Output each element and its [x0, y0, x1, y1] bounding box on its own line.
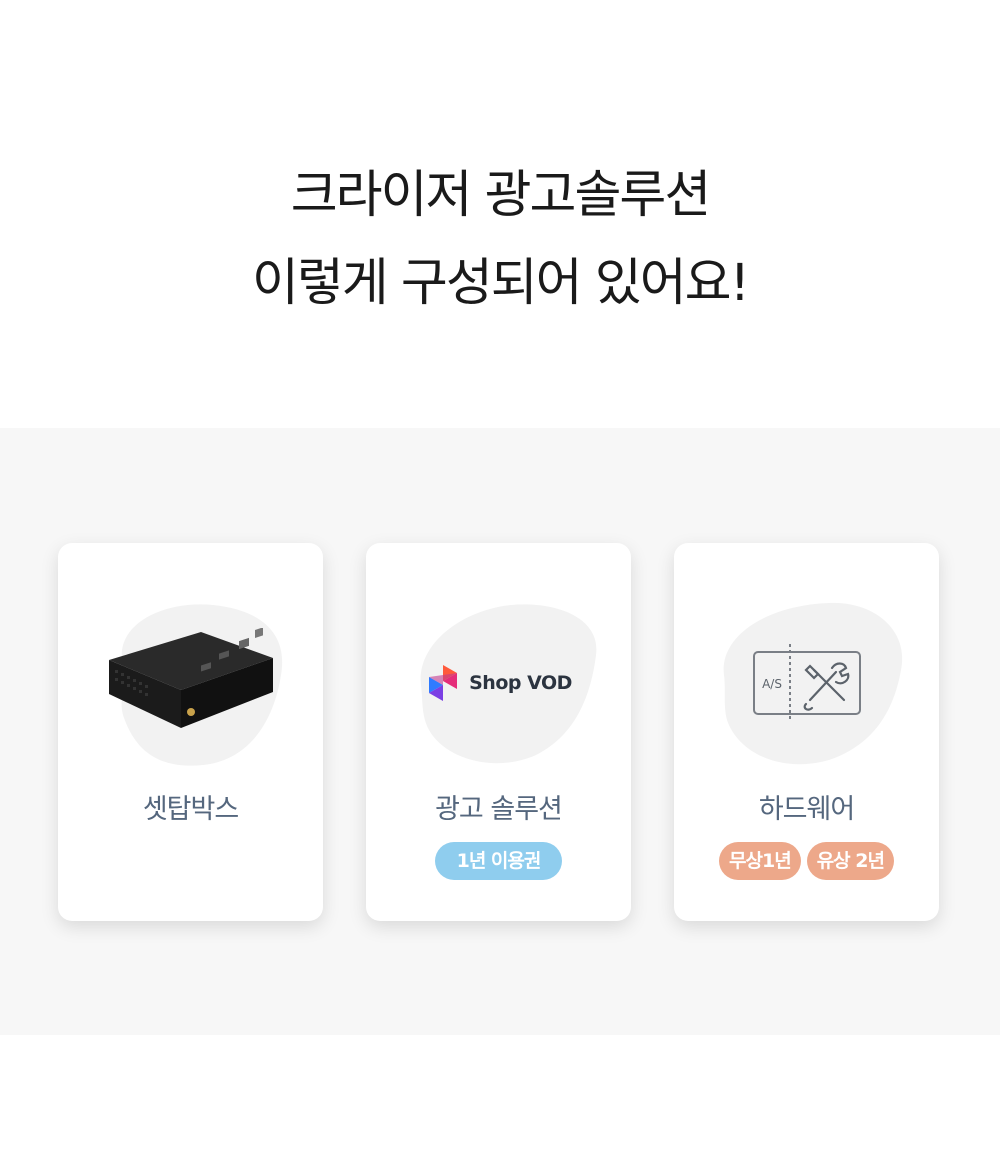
paid-warranty-badge: 유상 2년 — [806, 842, 894, 880]
as-text: A/S — [762, 677, 782, 691]
as-tools-icon: A/S — [752, 643, 861, 722]
card-label: 셋탑박스 — [142, 794, 239, 825]
title-line-2: 이렇게 구성되어 있어요! — [251, 254, 750, 313]
as-ticket-image: A/S — [674, 595, 939, 770]
card-settop-box: 셋탑박스 — [58, 543, 323, 921]
title-line-1: 크라이저 광고솔루션 — [290, 166, 712, 225]
card-hardware: A/S 하드웨어 무상1년 유상 2년 — [674, 543, 939, 921]
subscription-badge: 1년 이용권 — [434, 842, 563, 880]
card-label: 하드웨어 — [758, 794, 855, 825]
badge-group: 무상1년 유상 2년 — [674, 842, 939, 880]
card-ad-solution: Shop VOD 광고 솔루션 1년 이용권 — [366, 543, 631, 921]
settop-box-icon — [108, 627, 273, 728]
badge-group: 1년 이용권 — [366, 842, 631, 880]
card-label: 광고 솔루션 — [435, 794, 563, 825]
page-title: 크라이저 광고솔루션 이렇게 구성되어 있어요! — [0, 152, 1000, 328]
shopvod-logo-text: Shop VOD — [469, 671, 572, 694]
free-warranty-badge: 무상1년 — [719, 842, 801, 880]
shopvod-logo-icon — [429, 664, 458, 701]
settop-box-image — [58, 595, 323, 770]
shopvod-logo: Shop VOD — [366, 595, 631, 770]
header-section: 크라이저 광고솔루션 이렇게 구성되어 있어요! — [0, 0, 1000, 428]
